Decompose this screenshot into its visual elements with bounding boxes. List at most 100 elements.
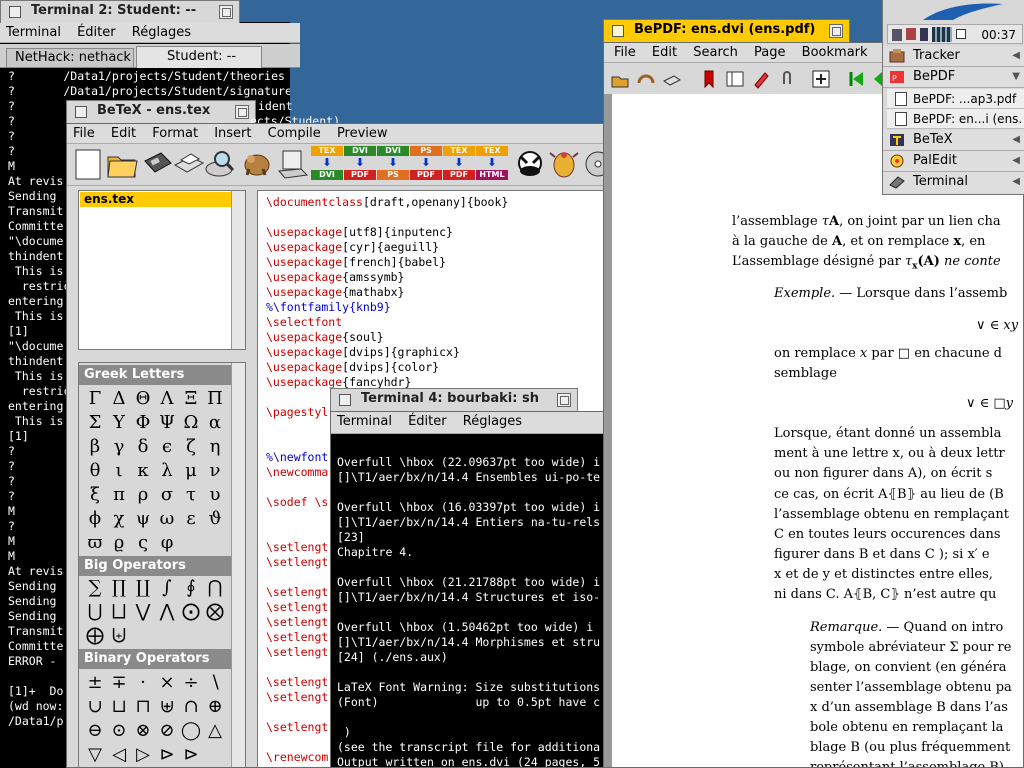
symbol-button[interactable]: Ξ <box>179 387 203 411</box>
symbol-button[interactable]: ∓ <box>107 671 131 695</box>
symbol-button[interactable]: ν <box>203 459 227 483</box>
convert-tex-to-dvi-button[interactable]: TEX ⬇ DVI <box>311 146 343 184</box>
symbol-button[interactable]: ⊕ <box>203 695 227 719</box>
symbol-button[interactable]: ⊘ <box>155 719 179 743</box>
symbol-button[interactable]: ∪ <box>83 695 107 719</box>
terminal4-output[interactable]: Overfull \hbox (22.09637pt too wide) i[]… <box>331 434 604 767</box>
mascot-icon[interactable] <box>513 147 547 181</box>
symbol-button[interactable]: ϵ <box>155 435 179 459</box>
save-disk-icon[interactable] <box>139 147 173 181</box>
print-icon[interactable] <box>662 69 682 89</box>
symbol-button[interactable]: × <box>155 671 179 695</box>
preview-dog-icon[interactable] <box>237 147 277 181</box>
annotate-pen-icon[interactable] <box>751 69 771 89</box>
menu-insert[interactable]: Insert <box>208 124 257 143</box>
expand-arrow-icon[interactable]: ◀ <box>1012 151 1020 171</box>
tray-app-icon[interactable] <box>956 29 966 39</box>
symbol-button[interactable]: Γ <box>83 387 107 411</box>
bug-icon[interactable] <box>547 147 581 181</box>
symbol-button[interactable]: ⋁ <box>131 600 155 624</box>
symbol-button[interactable]: ⨆ <box>107 600 131 624</box>
symbol-button[interactable]: β <box>83 435 107 459</box>
symbol-button[interactable]: ρ <box>131 483 155 507</box>
tab-nethack[interactable]: NetHack: nethack <box>6 48 134 68</box>
zoom-icon[interactable] <box>235 105 249 119</box>
symbol-button[interactable]: ς <box>131 531 155 555</box>
symbol-button[interactable]: ⋂ <box>203 576 227 600</box>
symbol-button[interactable]: φ <box>155 531 179 555</box>
deskbar-sub-bepdf-2[interactable]: BePDF: en...i (ens. <box>887 109 1024 129</box>
symbol-button[interactable]: ω <box>155 507 179 531</box>
symbol-button[interactable]: ϱ <box>107 531 131 555</box>
symbol-button[interactable]: κ <box>131 459 155 483</box>
symbol-button[interactable]: ⊓ <box>131 695 155 719</box>
symbol-button[interactable]: ÷ <box>179 671 203 695</box>
palette-binops-title[interactable]: Binary Operators <box>79 649 245 669</box>
clock[interactable]: 00:37 <box>981 26 1016 44</box>
deskbar-logo[interactable] <box>883 0 1024 22</box>
symbol-button[interactable]: λ <box>155 459 179 483</box>
zoom-icon[interactable] <box>219 5 233 19</box>
symbol-button[interactable]: χ <box>107 507 131 531</box>
terminal-computer-icon[interactable] <box>275 147 309 181</box>
close-icon[interactable] <box>9 6 21 18</box>
file-item-ens-tex[interactable]: ens.tex <box>80 192 231 207</box>
symbol-button[interactable]: σ <box>155 483 179 507</box>
symbol-button[interactable]: η <box>203 435 227 459</box>
symbol-button[interactable]: ε <box>179 507 203 531</box>
palette-bigops-title[interactable]: Big Operators <box>79 556 245 576</box>
symbol-button[interactable]: ∫ <box>155 576 179 600</box>
symbol-button[interactable]: Θ <box>131 387 155 411</box>
symbol-button[interactable]: ⨄ <box>107 624 131 648</box>
terminal4-tab[interactable]: Terminal 4: bourbaki: sh <box>330 388 578 411</box>
be-logo-icon[interactable] <box>913 0 1013 22</box>
menu-format[interactable]: Format <box>146 124 204 143</box>
symbol-button[interactable]: ∑ <box>83 576 107 600</box>
symbol-button[interactable]: ⨂ <box>203 600 227 624</box>
menu-settings[interactable]: Réglages <box>126 23 197 42</box>
deskbar-sub-bepdf-1[interactable]: BePDF: ...ap3.pdf <box>887 89 1024 109</box>
convert-dvi-to-ps-button[interactable]: DVI ⬇ PS <box>377 146 409 184</box>
open-folder-icon[interactable] <box>105 147 139 181</box>
menu-edit[interactable]: Edit <box>646 43 683 62</box>
bookmark-icon[interactable] <box>699 69 719 89</box>
symbol-button[interactable]: Σ <box>83 411 107 435</box>
symbol-button[interactable]: Δ <box>107 387 131 411</box>
symbol-button[interactable]: · <box>131 671 155 695</box>
symbol-button[interactable]: ∖ <box>203 671 227 695</box>
symbol-button[interactable]: ⊳ <box>155 743 179 767</box>
symbol-button[interactable]: ⋃ <box>83 600 107 624</box>
zoom-icon[interactable] <box>557 393 571 407</box>
tray-network-icon[interactable] <box>892 29 902 41</box>
expand-arrow-icon[interactable]: ◀ <box>1012 46 1020 66</box>
tray-volume-icon[interactable] <box>920 28 928 41</box>
symbol-button[interactable]: Υ <box>107 411 131 435</box>
symbol-button[interactable]: π <box>107 483 131 507</box>
symbol-button[interactable]: μ <box>179 459 203 483</box>
first-page-icon[interactable] <box>846 69 866 89</box>
new-file-icon[interactable] <box>72 147 106 181</box>
symbol-button[interactable]: τ <box>179 483 203 507</box>
menu-edit[interactable]: Edit <box>105 124 142 143</box>
symbol-button[interactable]: △ <box>203 719 227 743</box>
symbol-button[interactable]: δ <box>131 435 155 459</box>
tray-tool-icon[interactable] <box>906 28 916 40</box>
menu-edit[interactable]: Éditer <box>402 412 453 432</box>
symbol-button[interactable]: ⨀ <box>179 600 203 624</box>
menu-compile[interactable]: Compile <box>262 124 327 143</box>
symbol-button[interactable]: ◯ <box>179 719 203 743</box>
symbol-button[interactable]: α <box>203 411 227 435</box>
menu-edit[interactable]: Éditer <box>71 23 122 42</box>
file-list[interactable]: ens.tex <box>78 190 246 350</box>
tab-student[interactable]: Student: -- <box>136 46 262 68</box>
symbol-button[interactable]: ± <box>83 671 107 695</box>
menu-search[interactable]: Search <box>687 43 744 62</box>
expand-arrow-icon[interactable]: ◀ <box>1012 172 1020 192</box>
symbol-button[interactable]: Λ <box>155 387 179 411</box>
close-icon[interactable] <box>339 394 351 406</box>
reload-icon[interactable] <box>636 69 656 89</box>
symbol-button[interactable]: ∮ <box>179 576 203 600</box>
convert-dvi-to-pdf-button[interactable]: DVI ⬇ PDF <box>344 146 376 184</box>
expand-arrow-icon[interactable]: ◀ <box>1012 130 1020 150</box>
sidebar-toggle-icon[interactable] <box>725 69 745 89</box>
